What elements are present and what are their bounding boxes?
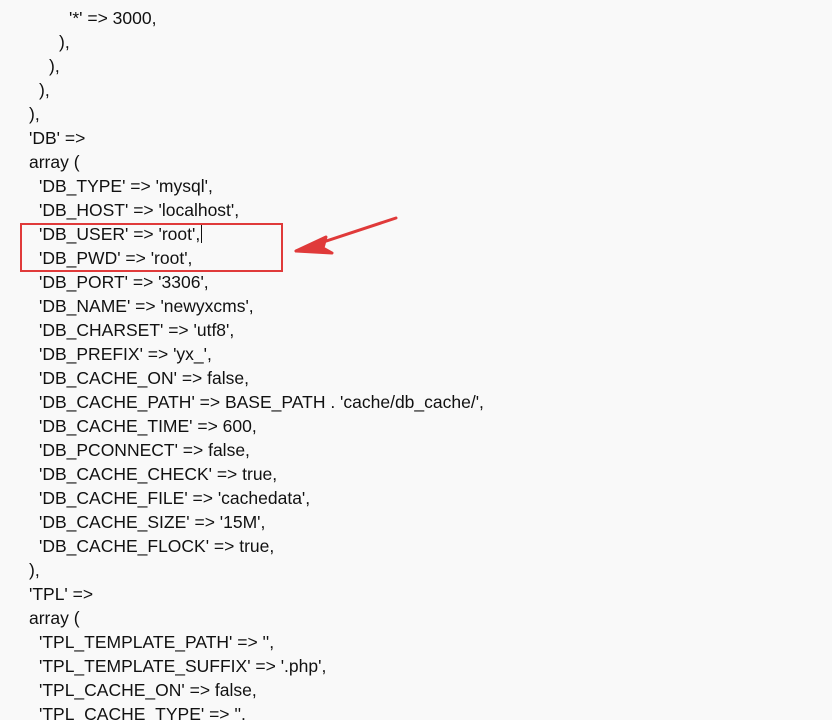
code-line[interactable]: array ( — [0, 606, 484, 630]
code-line[interactable]: 'DB_HOST' => 'localhost', — [0, 198, 484, 222]
code-line[interactable]: ), — [0, 558, 484, 582]
code-line[interactable]: ), — [0, 78, 484, 102]
code-line[interactable]: 'DB_CACHE_SIZE' => '15M', — [0, 510, 484, 534]
code-line-text: 'DB_CHARSET' => 'utf8', — [39, 320, 235, 340]
code-line[interactable]: 'TPL_TEMPLATE_PATH' => '', — [0, 630, 484, 654]
code-line-text: 'TPL' => — [29, 584, 94, 604]
code-line-text: 'TPL_TEMPLATE_SUFFIX' => '.php', — [39, 656, 327, 676]
code-line[interactable]: 'DB' => — [0, 126, 484, 150]
code-line-text: 'DB_CACHE_PATH' => BASE_PATH . 'cache/db… — [39, 392, 484, 412]
code-line[interactable]: 'DB_CACHE_ON' => false, — [0, 366, 484, 390]
code-line-text: 'DB_PCONNECT' => false, — [39, 440, 250, 460]
code-line[interactable]: 'DB_PORT' => '3306', — [0, 270, 484, 294]
code-line-text: ), — [39, 80, 50, 100]
code-line-text: 'DB' => — [29, 128, 86, 148]
code-line[interactable]: 'TPL_CACHE_TYPE' => '', — [0, 702, 484, 720]
code-line-text: '*' => 3000, — [69, 8, 157, 28]
code-content[interactable]: '*' => 3000,),),),), 'DB' => array ( 'DB_TY… — [0, 6, 484, 720]
code-line[interactable]: 'DB_PREFIX' => 'yx_', — [0, 342, 484, 366]
code-line[interactable]: '*' => 3000, — [0, 6, 484, 30]
code-line[interactable]: 'TPL_CACHE_ON' => false, — [0, 678, 484, 702]
highlight-box — [20, 223, 283, 272]
code-line[interactable]: ), — [0, 30, 484, 54]
code-line-text: 'DB_HOST' => 'localhost', — [39, 200, 240, 220]
code-line[interactable]: 'DB_CACHE_FLOCK' => true, — [0, 534, 484, 558]
code-line[interactable]: 'DB_PCONNECT' => false, — [0, 438, 484, 462]
code-line[interactable]: 'DB_CHARSET' => 'utf8', — [0, 318, 484, 342]
code-line[interactable]: 'TPL' => — [0, 582, 484, 606]
code-line[interactable]: 'DB_CACHE_CHECK' => true, — [0, 462, 484, 486]
code-line-text: ), — [29, 104, 40, 124]
annotation-arrow-icon — [294, 216, 398, 255]
code-line-text: 'DB_PORT' => '3306', — [39, 272, 209, 292]
code-line[interactable]: 'DB_CACHE_TIME' => 600, — [0, 414, 484, 438]
code-line[interactable]: 'DB_TYPE' => 'mysql', — [0, 174, 484, 198]
code-line[interactable]: 'DB_NAME' => 'newyxcms', — [0, 294, 484, 318]
code-line-text: 'DB_CACHE_CHECK' => true, — [39, 464, 278, 484]
code-editor[interactable]: '*' => 3000,),),),), 'DB' => array ( 'DB_TY… — [0, 0, 832, 720]
code-line-text: 'DB_CACHE_ON' => false, — [39, 368, 249, 388]
code-line-text: 'DB_CACHE_TIME' => 600, — [39, 416, 257, 436]
code-line-text: 'TPL_TEMPLATE_PATH' => '', — [39, 632, 275, 652]
code-line-text: 'TPL_CACHE_TYPE' => '', — [39, 704, 246, 720]
code-line-text: array ( — [29, 608, 80, 628]
code-line[interactable]: 'DB_CACHE_FILE' => 'cachedata', — [0, 486, 484, 510]
code-line-text: 'TPL_CACHE_ON' => false, — [39, 680, 257, 700]
code-line[interactable]: 'TPL_TEMPLATE_SUFFIX' => '.php', — [0, 654, 484, 678]
code-line[interactable]: ), — [0, 54, 484, 78]
code-line[interactable]: array ( — [0, 150, 484, 174]
code-line-text: 'DB_CACHE_SIZE' => '15M', — [39, 512, 266, 532]
code-line-text: 'DB_CACHE_FLOCK' => true, — [39, 536, 275, 556]
code-line-text: 'DB_NAME' => 'newyxcms', — [39, 296, 254, 316]
code-line-text: ), — [59, 32, 70, 52]
code-line-text: 'DB_PREFIX' => 'yx_', — [39, 344, 212, 364]
code-line-text: 'DB_CACHE_FILE' => 'cachedata', — [39, 488, 311, 508]
code-line-text: 'DB_TYPE' => 'mysql', — [39, 176, 213, 196]
code-line[interactable]: 'DB_CACHE_PATH' => BASE_PATH . 'cache/db… — [0, 390, 484, 414]
code-line[interactable]: ), — [0, 102, 484, 126]
code-line-text: ), — [29, 560, 40, 580]
code-line-text: ), — [49, 56, 60, 76]
code-line-text: array ( — [29, 152, 80, 172]
